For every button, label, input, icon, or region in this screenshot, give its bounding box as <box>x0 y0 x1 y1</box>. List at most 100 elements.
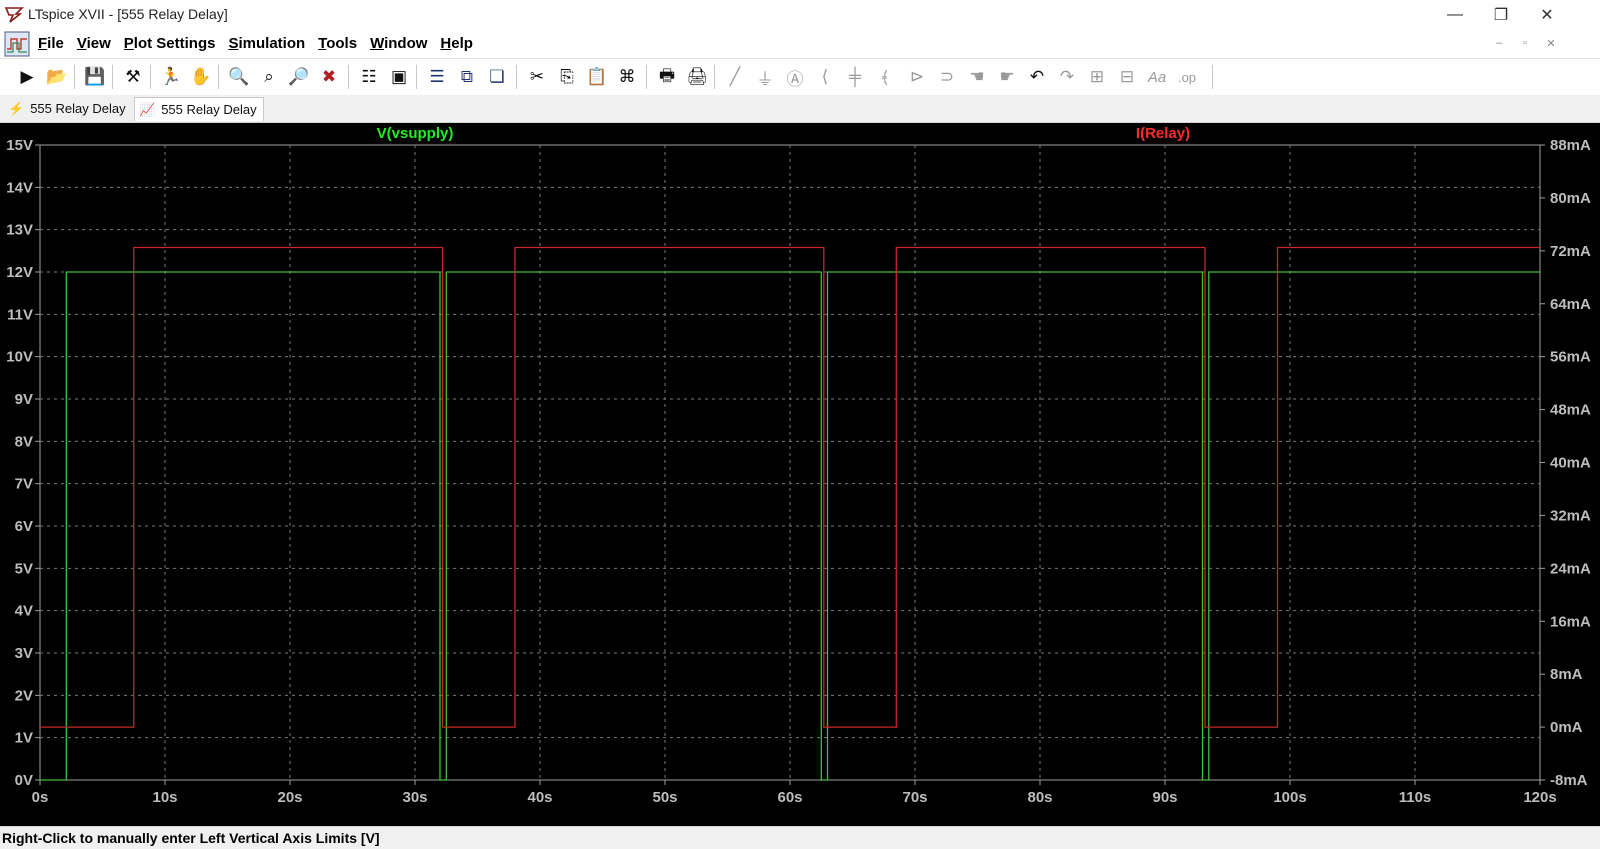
rotate-icon[interactable]: ⊞ <box>1084 65 1110 89</box>
x-tick-label: 0s <box>32 789 49 806</box>
tab-waveform[interactable]: 📈 555 Relay Delay <box>134 97 264 121</box>
status-text: Right-Click to manually enter Left Verti… <box>2 830 380 846</box>
x-tick-label: 30s <box>402 789 427 806</box>
y-left-tick-label: 5V <box>15 560 33 577</box>
y-right-tick-label: 56mA <box>1550 349 1591 366</box>
print-setup-icon[interactable]: 🖨 <box>684 65 710 89</box>
toolbar-separator <box>516 65 517 89</box>
menu-simulation[interactable]: Simulation <box>228 30 314 58</box>
toolbar: ▶ 📂 💾 ⚒ 🏃 ✋ 🔍 ⌕ 🔎 ✖ ☷ ▣ ☰ ⧉ ❏ ✂ ⎘ 📋 ⌘ 🖶 … <box>0 59 1600 96</box>
control-panel-icon[interactable]: ⚒ <box>120 65 146 89</box>
menu-plot-settings[interactable]: Plot Settings <box>124 30 225 58</box>
menu-view[interactable]: View <box>77 30 120 58</box>
y-left-tick-label: 0V <box>15 772 33 789</box>
document-tab-bar: ⚡ 555 Relay Delay 📈 555 Relay Delay <box>0 95 1600 123</box>
wire-pencil-icon[interactable]: ╱ <box>722 65 748 89</box>
window-title: LTspice XVII - [555 Relay Delay] <box>28 6 228 22</box>
zoom-out-icon[interactable]: 🔎 <box>286 65 312 89</box>
y-right-tick-label: -8mA <box>1550 772 1588 789</box>
y-left-tick-label: 14V <box>6 179 33 196</box>
waveform-plot-pane[interactable]: 0s 10s 20s 30s 40s 50s 60s 70s 80s 90s 100s 110s 120… <box>0 123 1600 826</box>
y-left-tick-label: 12V <box>6 264 33 281</box>
zoom-cancel-icon[interactable]: ✖ <box>316 65 342 89</box>
plot-settings-icon[interactable]: ▣ <box>386 65 412 89</box>
x-tick-label: 70s <box>902 789 927 806</box>
tab-label: 555 Relay Delay <box>161 102 257 117</box>
run-icon[interactable]: ▶ <box>14 65 40 89</box>
pan-hand-icon[interactable]: ✋ <box>188 65 214 89</box>
component-icon[interactable]: ⊃ <box>934 65 960 89</box>
save-icon[interactable]: 💾 <box>82 65 108 89</box>
x-tick-label: 120s <box>1523 789 1556 806</box>
resistor-icon[interactable]: ⟨ <box>812 65 838 89</box>
y-left-tick-label: 10V <box>6 349 33 366</box>
y-right-tick-label: 40mA <box>1550 455 1591 472</box>
inductor-icon[interactable]: ﴾ <box>872 65 898 89</box>
y-left-tick-label: 9V <box>15 391 33 408</box>
undo-icon[interactable]: ↶ <box>1024 65 1050 89</box>
drag-hand-icon[interactable]: ☛ <box>994 65 1020 89</box>
toolbar-separator <box>218 65 219 89</box>
ltspice-app-icon[interactable] <box>4 4 24 24</box>
ground-icon[interactable]: ⏚ <box>752 65 778 89</box>
text-icon[interactable]: Aa <box>1144 65 1170 89</box>
y-left-tick-label: 3V <box>15 645 33 662</box>
tab-schematic[interactable]: ⚡ 555 Relay Delay <box>4 97 132 120</box>
mdi-minimize-button[interactable]: – <box>1488 33 1510 53</box>
zoom-full-icon[interactable]: ⌕ <box>256 65 282 89</box>
menu-window[interactable]: Window <box>370 30 436 58</box>
waveform-chart[interactable]: 0s 10s 20s 30s 40s 50s 60s 70s 80s 90s 100s 110s 120… <box>0 123 1600 826</box>
status-bar: Right-Click to manually enter Left Verti… <box>0 826 1600 849</box>
menu-tools[interactable]: Tools <box>318 30 366 58</box>
title-bar: LTspice XVII - [555 Relay Delay] — ❐ ✕ <box>0 0 1600 30</box>
tile-vertical-icon[interactable]: ⧉ <box>454 65 480 89</box>
x-tick-label: 10s <box>152 789 177 806</box>
autorange-icon[interactable]: ☷ <box>356 65 382 89</box>
x-tick-label: 50s <box>652 789 677 806</box>
capacitor-icon[interactable]: ╪ <box>842 65 868 89</box>
redo-icon[interactable]: ↷ <box>1054 65 1080 89</box>
trace-label: V(vsupply) <box>377 125 454 142</box>
halt-icon[interactable]: 🏃 <box>158 65 184 89</box>
tile-horizontal-icon[interactable]: ☰ <box>424 65 450 89</box>
spice-directive-icon[interactable]: .op <box>1174 65 1200 89</box>
toolbar-separator <box>714 65 715 89</box>
trace-label: I(Relay) <box>1136 125 1190 142</box>
mirror-icon[interactable]: ⊟ <box>1114 65 1140 89</box>
y-right-tick-label: 88mA <box>1550 137 1591 154</box>
x-tick-label: 80s <box>1027 789 1052 806</box>
toolbar-separator <box>150 65 151 89</box>
cut-icon[interactable]: ✂ <box>524 65 550 89</box>
open-folder-icon[interactable]: 📂 <box>44 65 70 89</box>
mdi-close-button[interactable]: ✕ <box>1540 33 1562 53</box>
diode-icon[interactable]: ⊳ <box>904 65 930 89</box>
cascade-windows-icon[interactable]: ❏ <box>484 65 510 89</box>
paste-icon[interactable]: 📋 <box>584 65 610 89</box>
mdi-restore-button[interactable]: ▫ <box>1514 33 1536 53</box>
menu-file[interactable]: File <box>38 30 73 58</box>
restore-button[interactable]: ❐ <box>1478 0 1524 30</box>
net-label-icon[interactable]: Ⓐ <box>782 65 808 89</box>
y-left-tick-label: 8V <box>15 433 33 450</box>
waveform-icon: 📈 <box>139 101 156 117</box>
y-left-tick-label: 7V <box>15 476 33 493</box>
menu-help[interactable]: Help <box>440 30 482 58</box>
y-left-tick-label: 11V <box>7 306 33 323</box>
minimize-button[interactable]: — <box>1432 0 1478 30</box>
waveform-document-icon[interactable] <box>4 31 30 57</box>
y-right-tick-label: 48mA <box>1550 402 1591 419</box>
y-left-tick-label: 2V <box>15 687 33 704</box>
toolbar-separator <box>112 65 113 89</box>
x-tick-label: 110s <box>1399 789 1432 806</box>
y-left-tick-label: 6V <box>15 518 33 535</box>
move-hand-icon[interactable]: ☚ <box>964 65 990 89</box>
copy-icon[interactable]: ⎘ <box>554 65 580 89</box>
y-right-tick-label: 72mA <box>1550 243 1591 260</box>
print-icon[interactable]: 🖶 <box>654 65 680 89</box>
find-binoculars-icon[interactable]: ⌘ <box>614 65 640 89</box>
y-right-tick-label: 24mA <box>1550 560 1591 577</box>
zoom-in-icon[interactable]: 🔍 <box>226 65 252 89</box>
y-left-tick-label: 13V <box>6 222 33 239</box>
close-button[interactable]: ✕ <box>1524 0 1570 30</box>
y-left-tick-label: 1V <box>15 730 33 747</box>
